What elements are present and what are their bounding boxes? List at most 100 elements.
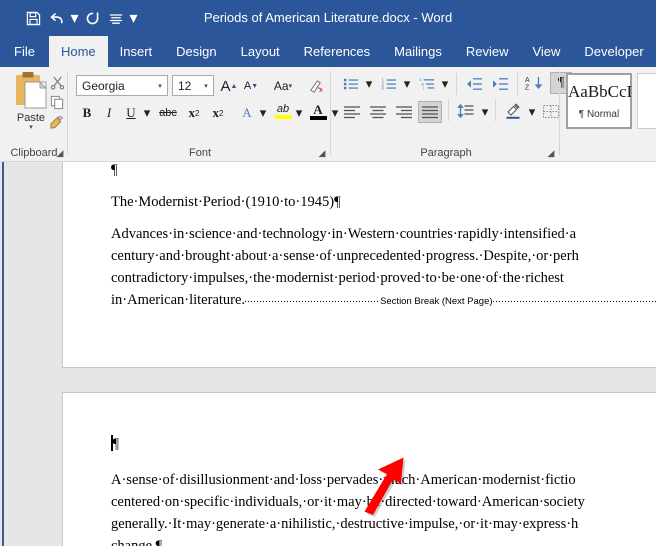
document-canvas[interactable]: ¶ The·Modernist·Period·(1910·to·1945)¶ A… bbox=[0, 162, 656, 546]
page2-empty-paragraph: ¶ bbox=[111, 433, 656, 455]
line-spacing-icon bbox=[457, 103, 474, 119]
bullets-caret-icon[interactable]: ▾ bbox=[363, 73, 375, 95]
group-separator bbox=[448, 99, 449, 121]
decrease-indent-button[interactable] bbox=[462, 73, 486, 95]
subscript-button[interactable]: x2 bbox=[183, 102, 205, 124]
tab-view[interactable]: View bbox=[520, 36, 572, 67]
underline-caret-icon[interactable]: ▾ bbox=[141, 102, 153, 124]
tab-layout[interactable]: Layout bbox=[229, 36, 292, 67]
shading-caret-icon[interactable]: ▾ bbox=[526, 101, 538, 123]
underline-button[interactable]: U bbox=[121, 102, 141, 124]
copy-icon bbox=[50, 95, 63, 109]
justify-icon bbox=[422, 106, 438, 119]
svg-text:Z: Z bbox=[525, 85, 530, 92]
style-normal-label: ¶ Normal bbox=[578, 109, 620, 120]
superscript-button[interactable]: x2 bbox=[207, 102, 229, 124]
tab-mailings[interactable]: Mailings bbox=[382, 36, 454, 67]
align-center-icon bbox=[370, 106, 386, 119]
align-center-button[interactable] bbox=[366, 101, 390, 123]
svg-text:A: A bbox=[525, 77, 530, 84]
tab-developer[interactable]: Developer bbox=[572, 36, 655, 67]
clear-formatting-button[interactable] bbox=[305, 75, 327, 97]
align-right-icon bbox=[396, 106, 412, 119]
copy-button[interactable] bbox=[48, 93, 66, 111]
group-separator bbox=[495, 99, 496, 121]
undo-dropdown-caret-icon[interactable]: ▾ bbox=[70, 7, 79, 29]
numbering-button[interactable]: 123 bbox=[378, 73, 400, 95]
undo-icon[interactable] bbox=[46, 7, 68, 29]
sort-button[interactable]: AZ bbox=[522, 72, 546, 94]
bold-button[interactable]: B bbox=[77, 102, 97, 124]
font-size-input[interactable]: 12 ▾ bbox=[172, 75, 214, 96]
subscript-index: 2 bbox=[195, 108, 200, 118]
group-separator bbox=[559, 71, 560, 155]
page1-body-line-2: century·and·brought·about·a·sense·of·unp… bbox=[111, 248, 579, 264]
clear-formatting-icon bbox=[310, 79, 323, 93]
tab-review[interactable]: Review bbox=[454, 36, 521, 67]
font-color-button[interactable]: A bbox=[307, 100, 329, 122]
page2-body-line-4: change.¶ bbox=[111, 538, 163, 546]
text-effects-button[interactable]: A bbox=[237, 102, 257, 124]
line-spacing-button[interactable] bbox=[454, 100, 478, 122]
cut-button[interactable] bbox=[48, 73, 66, 91]
font-name-caret-icon[interactable]: ▾ bbox=[153, 82, 167, 90]
page1-body-line-1: Advances·in·science·and·technology·in·We… bbox=[111, 226, 577, 242]
lines-icon[interactable] bbox=[105, 7, 127, 29]
paragraph-dialog-launcher[interactable]: ◢ bbox=[545, 147, 557, 159]
group-separator bbox=[67, 71, 68, 155]
group-label-font: Font bbox=[188, 147, 211, 159]
align-right-button[interactable] bbox=[392, 101, 416, 123]
line-spacing-caret-icon[interactable]: ▾ bbox=[479, 101, 491, 123]
tab-design[interactable]: Design bbox=[164, 36, 228, 67]
shrink-font-button[interactable]: A ▼ bbox=[241, 75, 261, 97]
font-size-caret-icon[interactable]: ▾ bbox=[199, 82, 213, 90]
grow-font-button[interactable]: A ▲ bbox=[219, 75, 239, 97]
tab-insert[interactable]: Insert bbox=[108, 36, 165, 67]
page-2[interactable]: ¶ A·sense·of·disillusionment·and·loss·pe… bbox=[62, 392, 656, 546]
page-1[interactable]: ¶ The·Modernist·Period·(1910·to·1945)¶ A… bbox=[62, 162, 656, 368]
font-name-input[interactable]: Georgia ▾ bbox=[76, 75, 168, 96]
section-break-marker: Section Break (Next Page) bbox=[245, 289, 656, 313]
text-effects-caret-icon[interactable]: ▾ bbox=[257, 102, 269, 124]
customize-qat-icon[interactable]: ▾ bbox=[129, 7, 138, 29]
change-case-button[interactable]: Aa ▾ bbox=[268, 75, 298, 97]
numbering-caret-icon[interactable]: ▾ bbox=[401, 73, 413, 95]
group-label-paragraph: Paragraph bbox=[420, 147, 472, 159]
highlight-button[interactable]: ab bbox=[272, 100, 294, 122]
style-normal[interactable]: AaBbCcI ¶ Normal bbox=[566, 73, 632, 129]
left-edge-rule bbox=[2, 162, 4, 546]
ribbon-group-font: Georgia ▾ 12 ▾ A ▲ A ▼ Aa ▾ B I U ▾ abc … bbox=[69, 67, 338, 161]
strikethrough-button[interactable]: abc bbox=[156, 102, 180, 124]
tab-references[interactable]: References bbox=[292, 36, 382, 67]
page2-body-line-2: centered·on·specific·individuals,·or·it·… bbox=[111, 494, 585, 510]
tab-home[interactable]: Home bbox=[48, 36, 108, 67]
page2-body-line-3: generally.·It·may·generate·a·nihilistic,… bbox=[111, 516, 579, 532]
increase-indent-button[interactable] bbox=[488, 73, 512, 95]
font-dialog-launcher[interactable]: ◢ bbox=[316, 147, 328, 159]
tab-file[interactable]: File bbox=[0, 36, 49, 67]
superscript-index: 2 bbox=[219, 108, 224, 118]
ribbon-tab-strip: File Home Insert Design Layout Reference… bbox=[0, 36, 656, 67]
italic-button[interactable]: I bbox=[99, 102, 119, 124]
format-painter-icon bbox=[50, 115, 64, 129]
align-left-button[interactable] bbox=[340, 101, 364, 123]
highlight-label: ab bbox=[276, 103, 290, 115]
change-case-caret-icon[interactable]: ▾ bbox=[289, 82, 293, 90]
clipboard-dialog-launcher[interactable]: ◢ bbox=[54, 147, 66, 159]
group-separator bbox=[456, 73, 457, 95]
bullets-button[interactable] bbox=[340, 73, 362, 95]
group-separator bbox=[330, 71, 331, 155]
highlight-caret-icon[interactable]: ▾ bbox=[293, 102, 305, 124]
redo-icon[interactable] bbox=[81, 7, 103, 29]
increase-indent-icon bbox=[493, 78, 508, 90]
style-next[interactable]: A ¶ bbox=[637, 73, 656, 129]
multilevel-caret-icon[interactable]: ▾ bbox=[439, 73, 451, 95]
justify-button[interactable] bbox=[418, 101, 442, 123]
svg-text:3: 3 bbox=[381, 86, 384, 91]
page2-paragraph-mark: ¶ bbox=[112, 436, 120, 452]
save-icon[interactable] bbox=[22, 7, 44, 29]
shading-button[interactable] bbox=[501, 100, 525, 122]
page1-body-line-3: contradictory·impulses,·the·modernist·pe… bbox=[111, 270, 564, 286]
format-painter-button[interactable] bbox=[48, 113, 66, 131]
multilevel-list-button[interactable]: 1ai bbox=[416, 73, 438, 95]
